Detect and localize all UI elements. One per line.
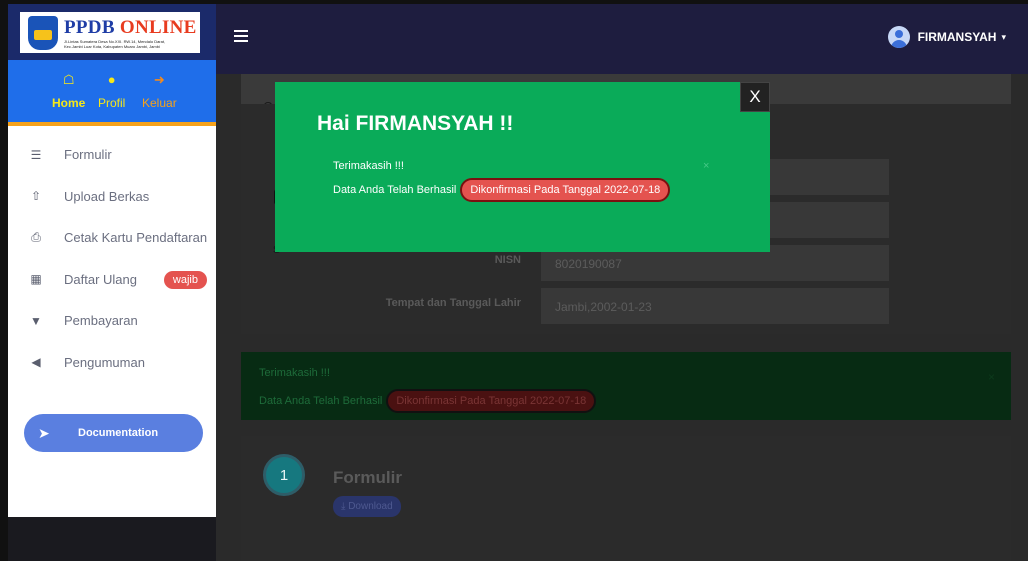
logout-icon: ➜ xyxy=(153,72,165,87)
modal-line-2: Data Anda Telah Berhasil Dikonfirmasi Pa… xyxy=(333,178,671,202)
sidebar-menu: ☰ Formulir ⇧ Upload Berkas ⎙ Cetak Kartu… xyxy=(8,134,216,383)
hamburger-menu-icon[interactable] xyxy=(234,30,248,42)
modal-confirmation-badge: Dikonfirmasi Pada Tanggal 2022-07-18 xyxy=(460,178,671,202)
megaphone-icon: ◀ xyxy=(31,355,41,370)
avatar xyxy=(887,26,910,48)
nav-home-label: Home xyxy=(52,96,86,110)
print-icon: ⎙ xyxy=(31,230,41,245)
sidebar-item-pengumuman[interactable]: ◀ Pengumuman xyxy=(8,342,216,384)
ttl-label: Tempat dan Tanggal Lahir xyxy=(385,297,521,309)
ppdb-logo[interactable]: PPDB ONLINE Jl.Lintas Sumatera Desa No.X… xyxy=(20,12,200,53)
sidebar-item-label: Cetak Kartu Pendaftaran xyxy=(64,230,208,246)
nav-profil[interactable]: ● Profil xyxy=(98,72,125,110)
sidebar-item-label: Pengumuman xyxy=(64,354,145,370)
modal-title: Hai FIRMANSYAH !! xyxy=(317,112,514,135)
home-icon: ☖ xyxy=(62,72,75,87)
nav-keluar[interactable]: ➜ Keluar xyxy=(142,72,177,110)
sidebar: PPDB ONLINE Jl.Lintas Sumatera Desa No.X… xyxy=(8,4,216,561)
sidebar-item-label: Upload Berkas xyxy=(64,188,150,204)
download-button[interactable]: ⤓ Download xyxy=(333,496,401,517)
user-dropdown[interactable]: FIRMANSYAH ▾ xyxy=(887,26,1006,48)
logo-brand: PPDB ONLINE xyxy=(64,16,197,38)
sidebar-item-daftar-ulang[interactable]: ▦ Daftar Ulang wajib xyxy=(8,259,216,301)
sidebar-item-pembayaran[interactable]: ▼ Pembayaran xyxy=(8,300,216,342)
money-icon: ▼ xyxy=(30,313,42,328)
sidebar-item-formulir[interactable]: ☰ Formulir xyxy=(8,134,216,176)
sidebar-item-upload-berkas[interactable]: ⇧ Upload Berkas xyxy=(8,176,216,218)
sidebar-item-label: Pembayaran xyxy=(64,313,138,329)
nav-profil-label: Profil xyxy=(98,96,126,110)
user-icon: ● xyxy=(107,72,116,87)
welcome-modal: Hai FIRMANSYAH !! X Terimakasih !!! Data… xyxy=(275,82,770,252)
rocket-icon: ➤ xyxy=(38,424,50,441)
nisn-label: NISN xyxy=(494,254,521,266)
modal-inner-close-icon[interactable]: × xyxy=(703,160,709,172)
step-title: Formulir xyxy=(333,468,402,487)
nav-home[interactable]: ☖ Home xyxy=(52,72,85,110)
chevron-down-icon: ▾ xyxy=(1001,31,1006,42)
logo-area: PPDB ONLINE Jl.Lintas Sumatera Desa No.X… xyxy=(8,4,216,60)
nav-keluar-label: Keluar xyxy=(142,96,177,110)
sidebar-item-label: Daftar Ulang xyxy=(64,271,137,287)
upload-icon: ⇧ xyxy=(30,189,42,204)
modal-close-button[interactable]: X xyxy=(740,82,770,112)
ttl-field[interactable]: Jambi,2002-01-23 xyxy=(541,288,889,324)
app-frame: PPDB ONLINE Jl.Lintas Sumatera Desa No.X… xyxy=(8,4,1028,561)
id-card-icon: ▦ xyxy=(30,272,42,287)
step-card-formulir: 1 Formulir ⤓ Download xyxy=(241,436,1011,561)
sidebar-item-label: Formulir xyxy=(64,147,112,163)
documentation-label: Documentation xyxy=(78,427,159,439)
alert-line-2: Data Anda Telah Berhasil Dikonfirmasi Pa… xyxy=(259,389,597,413)
step-number: 1 xyxy=(263,454,305,496)
school-crest-icon xyxy=(28,15,58,50)
alert-close-icon[interactable]: × xyxy=(988,370,995,384)
username: FIRMANSYAH xyxy=(917,30,997,44)
confirmation-alert: Terimakasih !!! Data Anda Telah Berhasil… xyxy=(241,352,1011,420)
modal-line-1: Terimakasih !!! xyxy=(333,160,404,172)
wajib-badge: wajib xyxy=(163,270,207,289)
confirmation-date-badge: Dikonfirmasi Pada Tanggal 2022-07-18 xyxy=(386,389,597,413)
documentation-button[interactable]: ➤ Documentation xyxy=(24,414,203,452)
sidebar-top-nav: ☖ Home ● Profil ➜ Keluar xyxy=(8,60,216,126)
top-header: FIRMANSYAH ▾ xyxy=(216,4,1028,74)
sidebar-item-cetak-kartu[interactable]: ⎙ Cetak Kartu Pendaftaran xyxy=(8,217,216,259)
list-icon: ☰ xyxy=(30,147,42,162)
alert-line-1: Terimakasih !!! xyxy=(259,367,330,379)
logo-address-2: Kec.Jambi Luar Kota, Kabupaten Muaro Jam… xyxy=(64,43,160,49)
